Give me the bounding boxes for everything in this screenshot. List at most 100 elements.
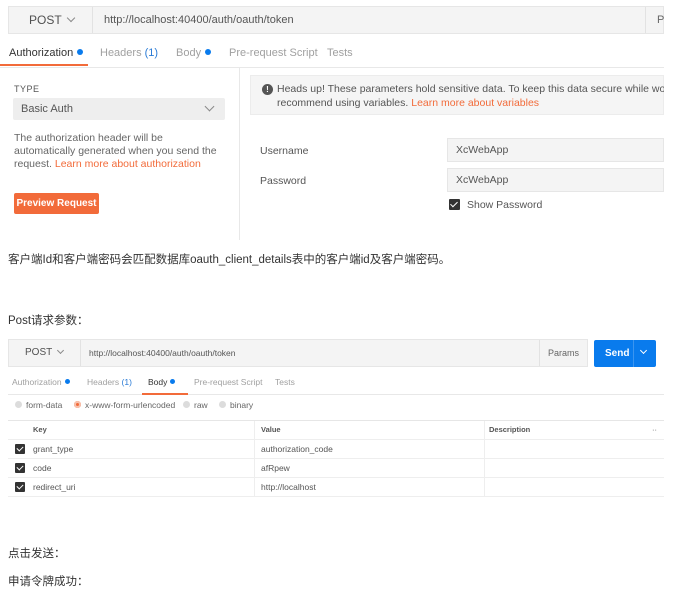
modified-dot-icon bbox=[64, 379, 70, 384]
request-tabs: Authorization Headers (1) Body Pre-reque… bbox=[8, 373, 664, 395]
auth-help-text: The authorization header will be automat… bbox=[14, 132, 224, 171]
tab-label: Headers bbox=[100, 47, 142, 59]
send-divider bbox=[633, 340, 634, 367]
tab-body[interactable]: Body bbox=[148, 377, 176, 387]
type-label: TYPE bbox=[14, 84, 40, 94]
tab-authorization[interactable]: Authorization bbox=[9, 47, 84, 59]
send-button[interactable]: Send bbox=[594, 340, 656, 367]
column-divider bbox=[484, 478, 485, 496]
row-enabled-checkbox[interactable] bbox=[15, 444, 25, 454]
username-input[interactable]: XcWebApp bbox=[447, 138, 664, 162]
info-icon: ! bbox=[262, 84, 273, 95]
column-divider bbox=[484, 459, 485, 477]
radio-form-data[interactable]: form-data bbox=[15, 400, 62, 410]
request-tabs: Authorization Headers (1) Body Pre-reque… bbox=[0, 44, 664, 68]
active-tab-indicator bbox=[0, 64, 88, 66]
tab-pre-request-script[interactable]: Pre-request Script bbox=[229, 47, 318, 59]
show-password-label: Show Password bbox=[467, 199, 543, 211]
password-input[interactable]: XcWebApp bbox=[447, 168, 664, 192]
notice-line-1: Heads up! These parameters hold sensitiv… bbox=[277, 83, 664, 95]
body-mode-options: form-data x-www-form-urlencoded raw bina… bbox=[8, 399, 664, 413]
modified-dot-icon bbox=[205, 49, 212, 55]
radio-raw[interactable]: raw bbox=[183, 400, 208, 410]
table-row: redirect_uri http://localhost bbox=[8, 478, 664, 497]
preview-request-button[interactable]: Preview Request bbox=[14, 193, 99, 214]
row-enabled-checkbox[interactable] bbox=[15, 463, 25, 473]
tab-label: Body bbox=[176, 47, 202, 59]
learn-more-link[interactable]: Learn more about authorization bbox=[55, 158, 201, 170]
column-divider bbox=[484, 421, 485, 439]
tab-label: Tests bbox=[327, 47, 353, 59]
url-bar: POST http://localhost:40400/auth/oauth/t… bbox=[8, 339, 588, 367]
chevron-down-icon[interactable] bbox=[639, 346, 648, 355]
row-value[interactable]: authorization_code bbox=[261, 440, 333, 458]
tab-authorization[interactable]: Authorization bbox=[12, 377, 70, 387]
send-label: Send bbox=[605, 348, 630, 359]
username-label: Username bbox=[260, 145, 309, 157]
learn-more-variables-link[interactable]: Learn more about variables bbox=[411, 97, 539, 109]
tab-tests[interactable]: Tests bbox=[327, 47, 353, 59]
tab-label: Authorization bbox=[9, 47, 74, 59]
column-divider bbox=[254, 440, 255, 458]
tab-pre-request-script[interactable]: Pre-request Script bbox=[194, 377, 263, 387]
column-header-key: Key bbox=[33, 425, 47, 434]
tab-label: Pre-request Script bbox=[229, 47, 318, 59]
body-request-panel: POST http://localhost:40400/auth/oauth/t… bbox=[8, 339, 664, 497]
row-key[interactable]: code bbox=[33, 459, 51, 477]
chevron-down-icon bbox=[204, 101, 215, 112]
chevron-down-icon bbox=[66, 13, 75, 23]
tab-label: Headers bbox=[87, 377, 120, 387]
params-table: Key Value Description ·· grant_type auth… bbox=[8, 420, 664, 497]
row-key[interactable]: grant_type bbox=[33, 440, 73, 458]
notice-text: Heads up! These parameters hold sensitiv… bbox=[277, 82, 664, 110]
row-value[interactable]: afRpew bbox=[261, 459, 290, 477]
radio-binary[interactable]: binary bbox=[219, 400, 253, 410]
modified-dot-icon bbox=[77, 49, 84, 55]
column-divider bbox=[254, 459, 255, 477]
url-bar: POST http://localhost:40400/auth/oauth/t… bbox=[8, 6, 664, 34]
column-header-value: Value bbox=[261, 425, 281, 434]
paragraph-post-params: Post请求参数： bbox=[8, 315, 89, 327]
table-row: code afRpew bbox=[8, 459, 664, 478]
column-divider bbox=[254, 421, 255, 439]
radio-x-www-form-urlencoded[interactable]: x-www-form-urlencoded bbox=[74, 400, 175, 410]
table-header-row: Key Value Description ·· bbox=[8, 421, 664, 440]
paragraph-token-success: 申请令牌成功： bbox=[8, 576, 89, 588]
column-header-description: Description bbox=[489, 425, 531, 434]
tab-headers[interactable]: Headers (1) bbox=[87, 377, 132, 387]
tab-label: Authorization bbox=[12, 377, 62, 387]
method-label: POST bbox=[25, 347, 53, 358]
method-label: POST bbox=[29, 13, 62, 27]
tab-label: Body bbox=[148, 377, 168, 387]
paragraph-click-send: 点击发送： bbox=[8, 548, 66, 560]
auth-type-select[interactable]: Basic Auth bbox=[13, 98, 225, 120]
method-select[interactable]: POST bbox=[9, 340, 81, 366]
row-key[interactable]: redirect_uri bbox=[33, 478, 76, 496]
tab-body[interactable]: Body bbox=[176, 47, 212, 59]
notice-line-2: recommend using variables. bbox=[277, 97, 409, 109]
more-options-icon[interactable]: ·· bbox=[652, 421, 657, 439]
tab-count: (1) bbox=[144, 47, 159, 59]
modified-dot-icon bbox=[170, 379, 176, 384]
chevron-down-icon bbox=[57, 346, 65, 355]
url-input[interactable]: http://localhost:40400/auth/oauth/token bbox=[89, 340, 236, 366]
tab-label: Pre-request Script bbox=[194, 377, 263, 387]
paragraph-client-credentials: 客户端Id和客户端密码会匹配数据库oauth_client_details表中的… bbox=[8, 254, 451, 266]
auth-request-panel: POST http://localhost:40400/auth/oauth/t… bbox=[0, 0, 664, 240]
column-divider bbox=[254, 478, 255, 496]
tab-count: (1) bbox=[121, 377, 132, 387]
column-divider bbox=[484, 440, 485, 458]
tab-headers[interactable]: Headers (1) bbox=[100, 47, 158, 59]
table-row: grant_type authorization_code bbox=[8, 440, 664, 459]
row-value[interactable]: http://localhost bbox=[261, 478, 316, 496]
row-enabled-checkbox[interactable] bbox=[15, 482, 25, 492]
show-password-checkbox[interactable] bbox=[449, 199, 460, 210]
method-select[interactable]: POST bbox=[9, 7, 93, 33]
url-input[interactable]: http://localhost:40400/auth/oauth/token bbox=[104, 7, 294, 33]
auth-type-value: Basic Auth bbox=[21, 103, 73, 115]
active-tab-indicator bbox=[142, 393, 188, 395]
params-button[interactable]: P bbox=[645, 7, 664, 33]
tab-label: Tests bbox=[275, 377, 295, 387]
params-button[interactable]: Params bbox=[539, 340, 587, 366]
tab-tests[interactable]: Tests bbox=[275, 377, 295, 387]
